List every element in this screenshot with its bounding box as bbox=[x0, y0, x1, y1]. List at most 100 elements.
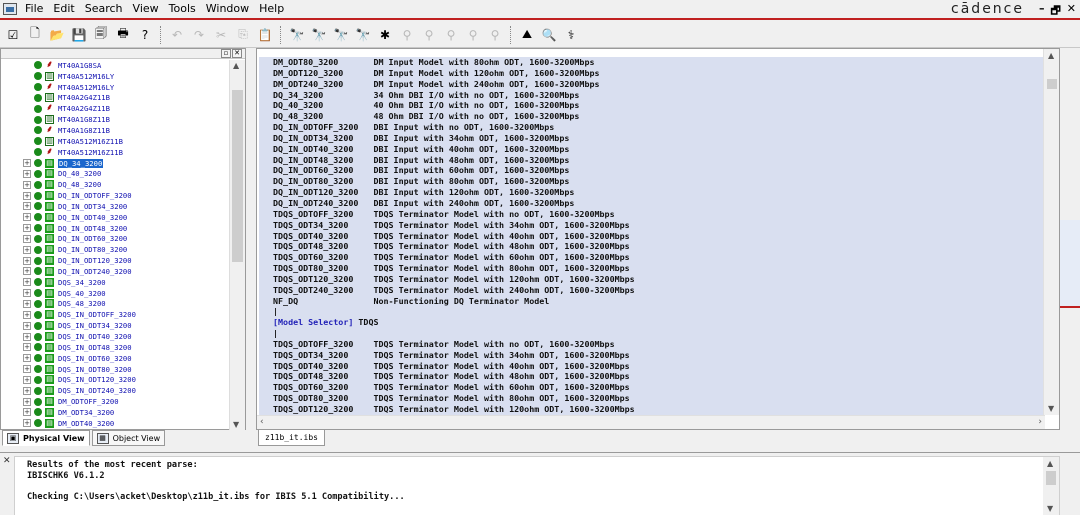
tree-node[interactable]: ▥ MT40A2G4Z11B bbox=[1, 93, 229, 104]
tree-node[interactable]: + ▤ DQ_IN_ODT34_3200 bbox=[1, 201, 229, 212]
tree-node[interactable]: + ▤ DQS_IN_ODTOFF_3200 bbox=[1, 309, 229, 320]
tree-node[interactable]: ▥ MT40A512M16Z11B bbox=[1, 136, 229, 147]
expand-icon[interactable]: + bbox=[23, 321, 31, 330]
tree-node[interactable]: + ▤ DQS_IN_ODT240_3200 bbox=[1, 385, 229, 396]
tree-node[interactable]: ⸙ MT40A1G8SA bbox=[1, 60, 229, 71]
expand-icon[interactable]: + bbox=[23, 408, 31, 417]
close-icon[interactable]: ✕ bbox=[1067, 2, 1076, 21]
scroll-up-icon[interactable]: ▲ bbox=[1047, 459, 1053, 468]
expand-icon[interactable]: + bbox=[23, 332, 31, 341]
tree-node[interactable]: + ▤ DQS_IN_ODT34_3200 bbox=[1, 320, 229, 331]
tree-node[interactable]: + ▤ DQS_IN_ODT80_3200 bbox=[1, 364, 229, 375]
expand-icon[interactable]: + bbox=[23, 354, 31, 363]
tree-node[interactable]: + ▤ DQS_IN_ODT48_3200 bbox=[1, 342, 229, 353]
restore-icon[interactable]: 🗗 bbox=[1050, 2, 1060, 21]
bookmark-prev-icon[interactable]: ⚲ bbox=[420, 26, 438, 44]
new-file-icon[interactable]: 🗋 bbox=[26, 26, 44, 44]
tree-node[interactable]: ▥ MT40A512M16LY bbox=[1, 71, 229, 82]
expand-icon[interactable]: + bbox=[23, 343, 31, 352]
tree-node[interactable]: + ▤ DQ_IN_ODTOFF_3200 bbox=[1, 190, 229, 201]
tree-node[interactable]: + ▤ DQ_IN_ODT48_3200 bbox=[1, 223, 229, 234]
expand-icon[interactable]: + bbox=[23, 419, 31, 428]
tab-file[interactable]: z11b_it.ibs bbox=[258, 430, 325, 446]
tree-node[interactable]: ⸙ MT40A1G8Z11B bbox=[1, 125, 229, 136]
scroll-thumb[interactable] bbox=[232, 90, 243, 262]
scroll-up-icon[interactable]: ▲ bbox=[1048, 51, 1054, 60]
print-icon[interactable]: 🖶 bbox=[114, 26, 132, 44]
bookmark-icon[interactable]: ✱ bbox=[376, 26, 394, 44]
scroll-down-icon[interactable]: ▼ bbox=[233, 420, 239, 429]
expand-icon[interactable]: + bbox=[23, 169, 31, 178]
expand-icon[interactable]: + bbox=[23, 213, 31, 222]
find-prev-icon[interactable]: 🔭 bbox=[332, 26, 350, 44]
scroll-up-icon[interactable]: ▲ bbox=[233, 61, 239, 70]
tab-physical-view[interactable]: ▣ Physical View bbox=[2, 430, 90, 446]
expand-icon[interactable]: + bbox=[23, 278, 31, 287]
replace-icon[interactable]: 🔭 bbox=[354, 26, 372, 44]
minimize-icon[interactable]: – bbox=[1039, 2, 1045, 21]
zoom-icon[interactable]: 🔍 bbox=[540, 26, 558, 44]
expand-icon[interactable]: + bbox=[23, 289, 31, 298]
bookmark-clear-icon[interactable]: ⚲ bbox=[442, 26, 460, 44]
tree-node[interactable]: + ▤ DQ_IN_ODT80_3200 bbox=[1, 244, 229, 255]
tree-node[interactable]: + ▤ DM_ODTOFF_3200 bbox=[1, 396, 229, 407]
expand-icon[interactable]: + bbox=[23, 397, 31, 406]
pane-minimize-icon[interactable]: ▫ bbox=[221, 49, 231, 58]
expand-icon[interactable]: + bbox=[23, 256, 31, 265]
tree-node[interactable]: + ▤ DQ_48_3200 bbox=[1, 179, 229, 190]
menu-help[interactable]: Help bbox=[254, 0, 289, 18]
menu-window[interactable]: Window bbox=[201, 0, 254, 18]
find-next-icon[interactable]: 🔭 bbox=[310, 26, 328, 44]
tree-node[interactable]: ▥ MT40A1G8Z11B bbox=[1, 114, 229, 125]
bookmark-next-icon[interactable]: ⚲ bbox=[398, 26, 416, 44]
editor-text-area[interactable]: DM_ODT80_3200 DM Input Model with 80ohm … bbox=[259, 57, 1043, 415]
expand-icon[interactable]: + bbox=[23, 224, 31, 233]
tree-node[interactable]: + ▤ DQS_40_3200 bbox=[1, 288, 229, 299]
expand-icon[interactable]: + bbox=[23, 191, 31, 200]
tree-node[interactable]: + ▤ DQS_IN_ODT60_3200 bbox=[1, 353, 229, 364]
menu-edit[interactable]: Edit bbox=[48, 0, 79, 18]
menu-view[interactable]: View bbox=[128, 0, 164, 18]
tree-node[interactable]: + ▤ DQ_IN_ODT240_3200 bbox=[1, 266, 229, 277]
output-close-icon[interactable]: ✕ bbox=[3, 456, 11, 466]
expand-icon[interactable]: + bbox=[23, 267, 31, 276]
save-icon[interactable]: 💾 bbox=[70, 26, 88, 44]
menu-file[interactable]: File bbox=[20, 0, 48, 18]
tree-node[interactable]: + ▤ DM_ODT40_3200 bbox=[1, 418, 229, 429]
find-icon[interactable]: 🔭 bbox=[288, 26, 306, 44]
scroll-down-icon[interactable]: ▼ bbox=[1048, 404, 1054, 413]
expand-icon[interactable]: + bbox=[23, 386, 31, 395]
open-folder-icon[interactable]: 📂 bbox=[48, 26, 66, 44]
tree-node[interactable]: + ▤ DQ_IN_ODT120_3200 bbox=[1, 255, 229, 266]
save-all-icon[interactable]: 🗐 bbox=[92, 26, 110, 44]
scroll-right-icon[interactable]: › bbox=[1038, 417, 1042, 427]
editor-horizontal-scrollbar[interactable]: ‹ › bbox=[257, 415, 1045, 429]
undo-icon[interactable]: ↶ bbox=[168, 26, 186, 44]
scroll-down-icon[interactable]: ▼ bbox=[1047, 504, 1053, 513]
tree-node[interactable]: + ▤ DQ_IN_ODT40_3200 bbox=[1, 212, 229, 223]
bookmark-all-icon[interactable]: ⚲ bbox=[486, 26, 504, 44]
pane-close-icon[interactable]: ✕ bbox=[232, 49, 242, 58]
waveform-icon[interactable]: ⛰ bbox=[518, 26, 536, 44]
tree-node[interactable]: ⸙ MT40A512M16Z11B bbox=[1, 147, 229, 158]
paste-icon[interactable]: 📋 bbox=[256, 26, 274, 44]
tree-node[interactable]: ⸙ MT40A2G4Z11B bbox=[1, 103, 229, 114]
copy-icon[interactable]: ⎘ bbox=[234, 26, 252, 44]
scroll-thumb[interactable] bbox=[1047, 79, 1057, 89]
tree-node[interactable]: + ▤ DM_ODT34_3200 bbox=[1, 407, 229, 418]
expand-icon[interactable]: + bbox=[23, 299, 31, 308]
expand-icon[interactable]: + bbox=[23, 365, 31, 374]
cut-icon[interactable]: ✂ bbox=[212, 26, 230, 44]
tree-node[interactable]: + ▤ DQS_48_3200 bbox=[1, 299, 229, 310]
tree-node[interactable]: + ▤ DQS_IN_ODT40_3200 bbox=[1, 331, 229, 342]
tree-node[interactable]: + ▤ DQ_34_3200 bbox=[1, 158, 229, 169]
tree-node[interactable]: + ▤ DQ_40_3200 bbox=[1, 168, 229, 179]
tree-node[interactable]: + ▤ DQS_IN_ODT120_3200 bbox=[1, 374, 229, 385]
help-icon[interactable]: ? bbox=[136, 26, 154, 44]
expand-icon[interactable]: + bbox=[23, 310, 31, 319]
tree-node[interactable]: + ▤ DQS_34_3200 bbox=[1, 277, 229, 288]
output-scrollbar[interactable]: ▲ ▼ bbox=[1043, 457, 1059, 515]
tree-scrollbar[interactable]: ▲ ▼ bbox=[229, 60, 245, 430]
checkbox-icon[interactable]: ☑ bbox=[4, 26, 22, 44]
scroll-thumb[interactable] bbox=[1046, 471, 1056, 485]
